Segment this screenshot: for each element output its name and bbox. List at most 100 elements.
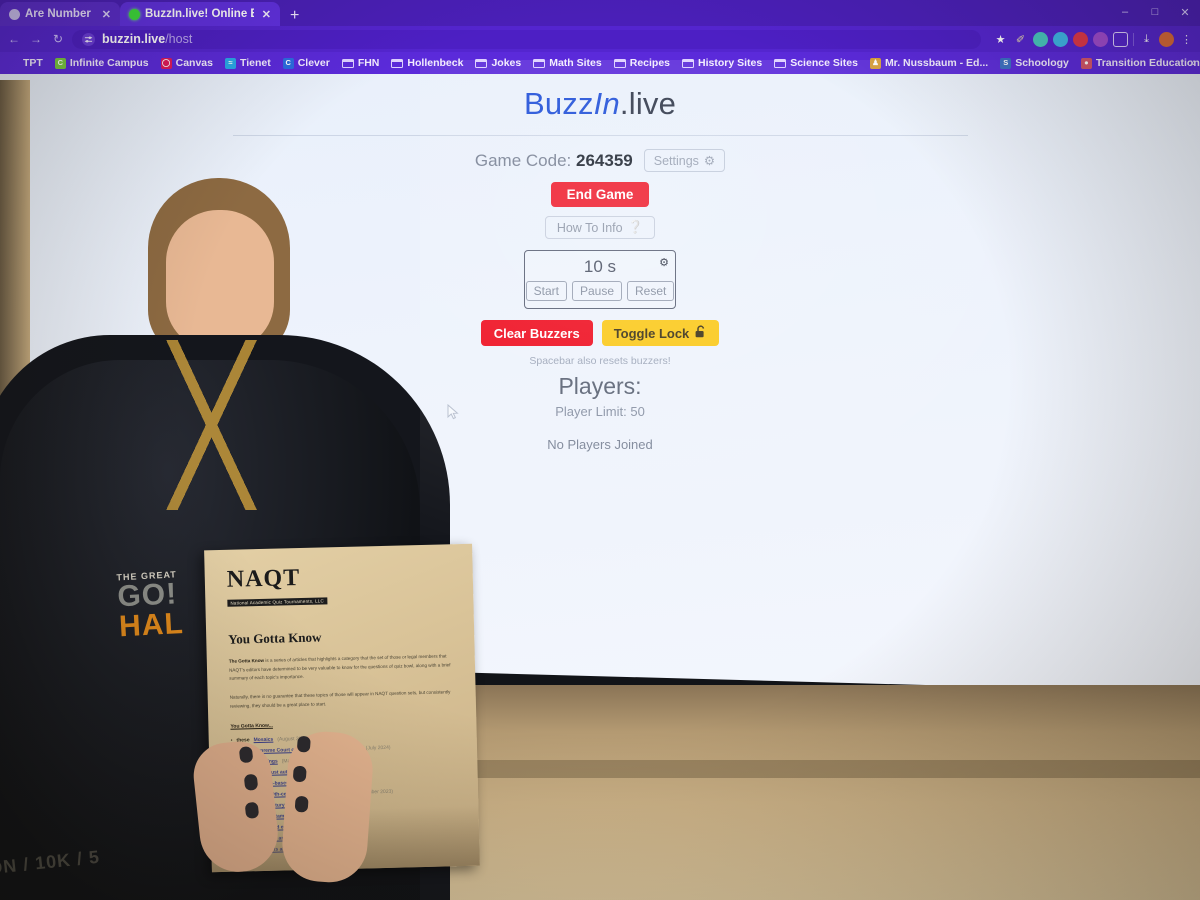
canvas-icon: ◯ — [160, 57, 172, 69]
how-to-info-button[interactable]: How To Info ❔ — [544, 216, 656, 239]
extension-red-icon[interactable] — [1073, 31, 1088, 47]
folder-icon — [682, 58, 695, 68]
green-dot-icon — [129, 8, 140, 20]
fingernail — [243, 773, 259, 791]
end-game-button[interactable]: End Game — [550, 182, 650, 207]
bookmarks-bar: TPT C Infinite Campus ◯ Canvas ≈ Tienet C Clever… — [0, 52, 1200, 74]
paper-intro-bold: The Gotta Know — [228, 657, 265, 664]
photo-of-classroom-screen: Are Number Properties? D ✕ BuzzIn.live! … — [0, 0, 1200, 900]
tab-title: Are Number Properties? D — [25, 8, 94, 20]
chrome-menu-icon[interactable]: ⋮ — [1179, 32, 1194, 47]
fingernail — [296, 735, 311, 753]
bookmark-label: Science Sites — [790, 57, 858, 69]
timer-pause-button[interactable]: Pause — [571, 281, 623, 301]
bookmark-item-infinite-campus[interactable]: C Infinite Campus — [49, 57, 155, 69]
folder-icon — [774, 58, 787, 68]
bookmark-item-tienet[interactable]: ≈ Tienet — [219, 57, 277, 69]
bookmark-item-jokes[interactable]: Jokes — [469, 57, 527, 69]
bookmark-item-transition-education[interactable]: ● Transition Education... — [1075, 57, 1200, 69]
right-hand — [279, 729, 376, 885]
paper-section-header: You Gotta Know... — [230, 722, 273, 730]
brand-part-buzz: Buzz — [523, 86, 594, 121]
back-icon[interactable]: ← — [6, 32, 22, 46]
bookmark-label: Tienet — [239, 57, 271, 69]
timer-reset-button[interactable]: Reset — [627, 281, 675, 301]
extensions-puzzle-icon[interactable] — [1113, 31, 1128, 47]
timer-start-button[interactable]: Start — [525, 281, 567, 301]
toggle-lock-label: Toggle Lock — [613, 325, 690, 341]
extension-purple-icon[interactable] — [1093, 31, 1108, 47]
bookmark-item-schoology[interactable]: S Schoology — [994, 57, 1075, 69]
timer-settings-gear-icon[interactable]: ⚙ — [659, 256, 669, 269]
bookmark-item-canvas[interactable]: ◯ Canvas — [155, 57, 219, 69]
bookmark-item-science-sites[interactable]: Science Sites — [768, 57, 864, 69]
reload-icon[interactable]: ↻ — [50, 32, 66, 46]
how-to-info-label: How To Info — [556, 220, 623, 235]
settings-button-label: Settings — [653, 153, 699, 168]
url-path: /host — [165, 32, 193, 46]
bookmark-item-tpt[interactable]: TPT — [2, 57, 49, 69]
forward-icon[interactable]: → — [28, 32, 44, 46]
pen-highlight-icon[interactable]: ✐ — [1013, 32, 1028, 47]
new-tab-button[interactable]: + — [280, 8, 309, 26]
bookmark-label: Mr. Nussbaum - Ed... — [884, 57, 989, 69]
window-controls: – □ ✕ — [1110, 0, 1200, 24]
naqt-logo-subtitle: National Academic Quiz Tournaments, LLC — [227, 597, 327, 607]
bookmarks-overflow-icon[interactable]: » — [1190, 57, 1196, 69]
nussbaum-icon: ♟ — [869, 57, 881, 69]
game-code-text: Game Code: 264359 — [475, 151, 633, 171]
bookmark-item-fhn[interactable]: FHN — [336, 57, 386, 69]
timer-value: 10 s — [583, 257, 617, 276]
tab-title: BuzzIn.live! Online Buzzer Syste — [145, 8, 254, 20]
bookmark-item-clever[interactable]: C Clever — [277, 57, 336, 69]
bookmark-label: TPT — [23, 57, 43, 69]
close-icon[interactable]: ✕ — [262, 8, 271, 21]
bookmark-label: Recipes — [629, 57, 671, 69]
folder-icon — [391, 58, 404, 68]
question-circle-icon: ❔ — [627, 220, 644, 234]
bookmark-star-icon[interactable]: ★ — [993, 32, 1008, 47]
browser-toolbar: ← → ↻ buzzin.live/host ★ ✐ ⤓ ⋮ — [0, 26, 1200, 52]
bookmark-label: Infinite Campus — [69, 57, 149, 69]
toggle-lock-button[interactable]: Toggle Lock — [601, 320, 720, 346]
tune-icon[interactable] — [82, 32, 95, 46]
maximize-button[interactable]: □ — [1140, 0, 1170, 24]
extension-teal-icon[interactable] — [1033, 31, 1048, 47]
settings-button[interactable]: Settings ⚙ — [643, 149, 726, 172]
game-code-label: Game Code: — [474, 150, 572, 170]
game-code-value: 264359 — [576, 150, 633, 170]
close-icon[interactable]: ✕ — [102, 8, 111, 21]
fingernail — [292, 765, 307, 783]
bookmark-item-mr-nussbaum-ed[interactable]: ♟ Mr. Nussbaum - Ed... — [864, 57, 994, 69]
site-brand: BuzzIn.live — [0, 74, 1200, 122]
bookmark-label: Transition Education... — [1095, 57, 1200, 69]
browser-tab-active[interactable]: BuzzIn.live! Online Buzzer Syste ✕ — [120, 2, 280, 26]
lanyard — [140, 340, 290, 510]
extension-diamond-icon[interactable] — [1053, 31, 1068, 47]
folder-icon — [613, 58, 626, 68]
bookmark-item-math-sites[interactable]: Math Sites — [527, 57, 608, 69]
folder-icon — [475, 58, 488, 68]
profile-avatar-icon[interactable] — [1159, 31, 1174, 47]
bookmark-label: Canvas — [175, 57, 213, 69]
bookmark-item-history-sites[interactable]: History Sites — [676, 57, 768, 69]
bookmark-item-recipes[interactable]: Recipes — [608, 57, 676, 69]
close-window-button[interactable]: ✕ — [1170, 0, 1200, 24]
clear-buzzers-button[interactable]: Clear Buzzers — [480, 320, 593, 346]
schoology-icon: S — [1000, 57, 1012, 69]
tienet-icon: ≈ — [224, 57, 236, 69]
clever-icon: C — [282, 57, 294, 69]
folder-icon — [533, 58, 546, 68]
minimize-button[interactable]: – — [1110, 0, 1140, 24]
bookmark-label: Math Sites — [549, 57, 602, 69]
paper-intro-paragraph: The Gotta Know is a series of articles t… — [229, 652, 460, 684]
header-divider — [232, 135, 968, 136]
toolbar-divider — [1133, 32, 1134, 46]
address-bar[interactable]: buzzin.live/host — [72, 29, 981, 49]
downloads-icon[interactable]: ⤓ — [1139, 32, 1154, 47]
browser-tab-inactive[interactable]: Are Number Properties? D ✕ — [0, 2, 120, 26]
paper-title: You Gotta Know — [228, 629, 322, 647]
bookmark-item-hollenbeck[interactable]: Hollenbeck — [385, 57, 469, 69]
topic-link[interactable]: Mosaics — [253, 734, 274, 745]
paper-second-paragraph: Naturally, there is no guarantee that th… — [229, 689, 451, 709]
